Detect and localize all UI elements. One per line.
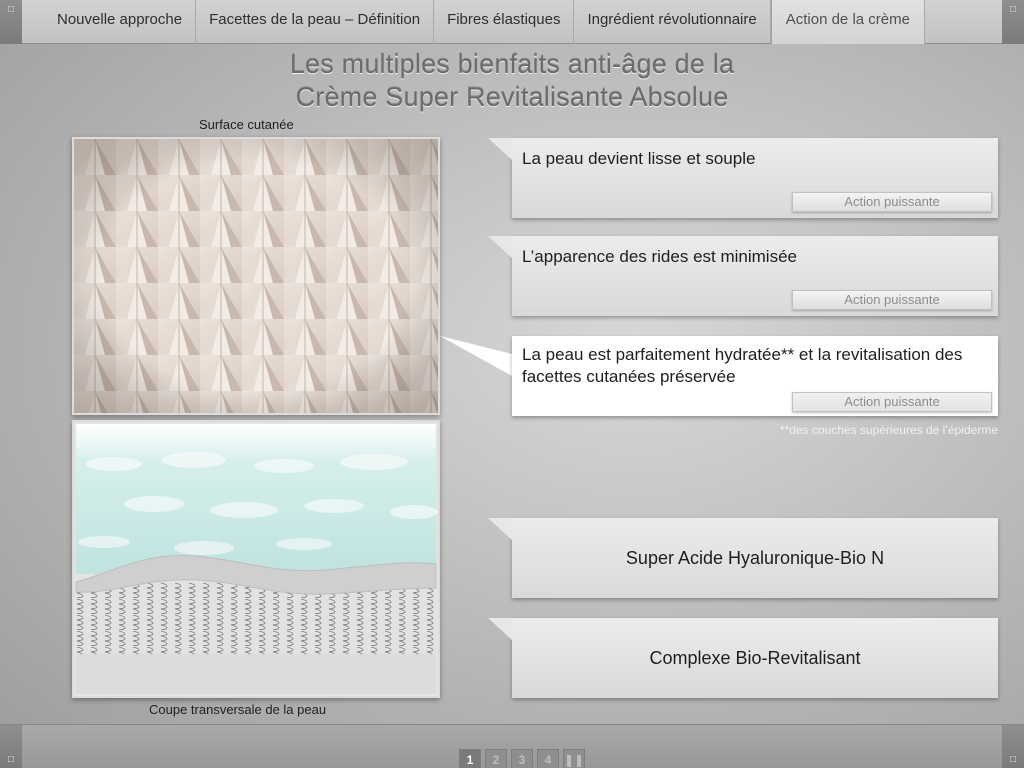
ingredient-label: Super Acide Hyaluronique-Bio N	[625, 548, 885, 568]
benefit-text: L’apparence des rides est minimisée	[522, 247, 797, 266]
page-button-1[interactable]: 1	[459, 749, 481, 768]
page-button-2[interactable]: 2	[485, 749, 507, 768]
page-button-4[interactable]: 4	[537, 749, 559, 768]
page-button-3[interactable]: 3	[511, 749, 533, 768]
page-title-line2: Crème Super Revitalisante Absolue	[295, 82, 729, 112]
page-title: Les multiples bienfaits anti-âge de la C…	[212, 48, 812, 114]
action-puissante-button[interactable]: Action puissante	[792, 392, 992, 412]
cross-section-caption: Coupe transversale de la peau	[149, 702, 327, 717]
page-title-line1: Les multiples bienfaits anti-âge de la	[289, 49, 735, 79]
benefit-text: La peau devient lisse et souple	[522, 149, 756, 168]
card-notch	[488, 518, 512, 540]
benefit-card-wrinkles: L’apparence des rides est minimisée Acti…	[488, 236, 998, 316]
action-puissante-button[interactable]: Action puissante	[792, 290, 992, 310]
top-navigation-bar: □ Nouvelle approche Facettes de la peau …	[0, 0, 1024, 44]
corner-expand-glyph-right: □	[1009, 4, 1017, 15]
bottom-bar: □ 1 2 3 4 ❚❚ □	[0, 724, 1024, 768]
skin-surface-pattern	[74, 139, 438, 413]
card-notch	[488, 236, 512, 258]
tab-facettes-definition[interactable]: Facettes de la peau – Définition	[196, 0, 435, 44]
slide-pager: 1 2 3 4 ❚❚	[459, 749, 585, 768]
corner-collapse-glyph-right: □	[1009, 754, 1017, 765]
corner-expand-glyph: □	[7, 4, 15, 15]
corner-expand-icon[interactable]: □	[0, 0, 22, 44]
tab-fibres-elastiques[interactable]: Fibres élastiques	[434, 0, 575, 44]
benefit-card-hydration: La peau est parfaitement hydratée** et l…	[512, 336, 998, 416]
card-notch	[488, 618, 512, 640]
tab-ingredient-revolutionnaire[interactable]: Ingrédient révolutionnaire	[574, 0, 771, 44]
benefit-text: La peau est parfaitement hydratée** et l…	[522, 345, 963, 386]
pause-icon[interactable]: ❚❚	[563, 749, 585, 768]
ingredient-label: Complexe Bio-Revitalisant	[649, 648, 861, 668]
connector-pointer	[440, 336, 512, 376]
ingredient-card-hyaluronic[interactable]: Super Acide Hyaluronique-Bio N	[488, 518, 998, 598]
skin-surface-image	[72, 137, 440, 415]
tab-nouvelle-approche[interactable]: Nouvelle approche	[44, 0, 197, 44]
corner-collapse-icon[interactable]: □	[0, 725, 22, 768]
corner-collapse-icon-right[interactable]: □	[1002, 725, 1024, 768]
skin-cross-section-image	[72, 420, 440, 698]
corner-collapse-glyph: □	[7, 754, 15, 765]
corner-expand-icon-right[interactable]: □	[1002, 0, 1024, 44]
action-puissante-button[interactable]: Action puissante	[792, 192, 992, 212]
card-notch	[488, 138, 512, 160]
surface-caption: Surface cutanée	[199, 117, 294, 132]
ingredient-card-complex[interactable]: Complexe Bio-Revitalisant	[488, 618, 998, 698]
footnote: **des couches supérieures de l’épiderme	[779, 423, 998, 437]
section-tabs: Nouvelle approche Facettes de la peau – …	[44, 0, 925, 44]
skin-cross-section-drawing	[74, 422, 438, 696]
tab-action-creme[interactable]: Action de la crème	[770, 0, 925, 44]
benefit-card-smooth-skin: La peau devient lisse et souple Action p…	[488, 138, 998, 218]
